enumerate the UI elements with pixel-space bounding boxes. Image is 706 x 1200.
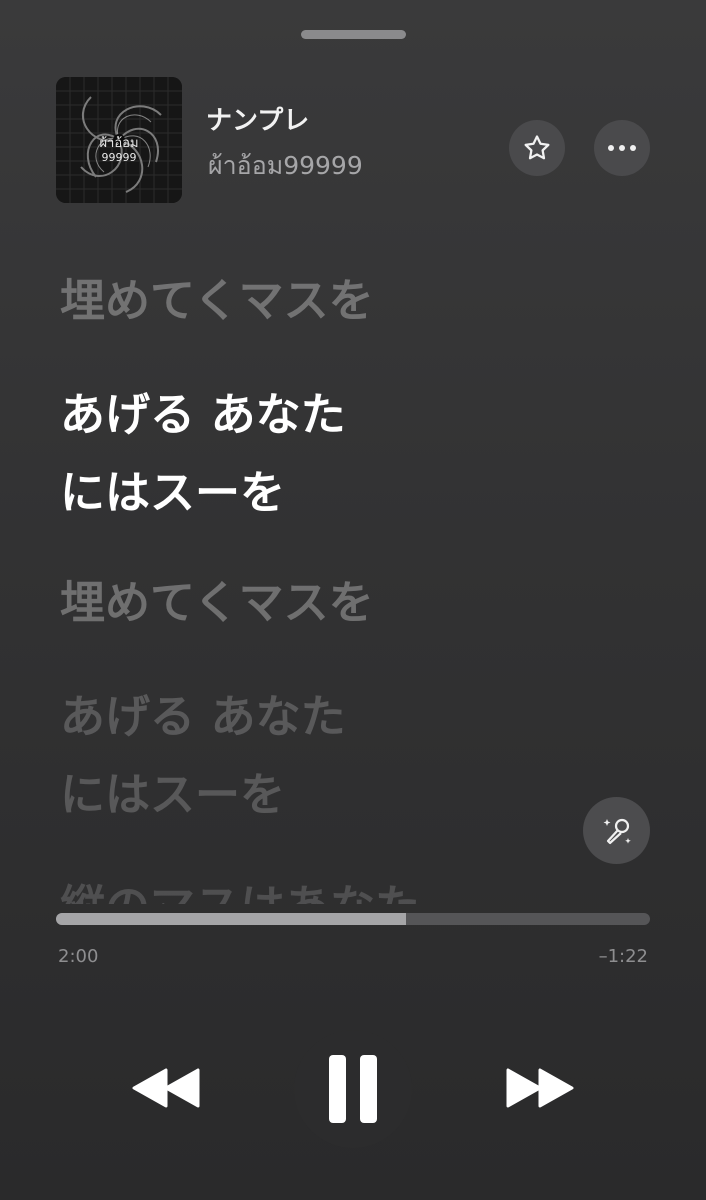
song-title: ナンプレ — [206, 106, 310, 136]
lyric-line[interactable]: 縦のマスはあなた — [60, 868, 660, 904]
rewind-icon — [132, 1068, 200, 1108]
playback-progress-fill — [56, 913, 407, 925]
lyric-line[interactable]: 埋めてくマスを — [60, 564, 660, 642]
lyric-line-active[interactable]: あげる あなた — [60, 376, 660, 454]
artist-name[interactable]: ผ้าอ้อม99999 — [208, 146, 363, 186]
microphone-sparkle-icon — [603, 818, 631, 844]
album-artwork-image: ผ้าอ้อม 99999 — [56, 77, 182, 203]
lyric-line[interactable]: あげる あなた — [60, 678, 660, 756]
previous-track-button[interactable] — [128, 1060, 204, 1116]
more-options-button[interactable] — [594, 120, 650, 176]
star-icon — [524, 135, 550, 160]
sing-mode-button[interactable] — [583, 797, 650, 864]
next-track-button[interactable] — [502, 1060, 578, 1116]
remaining-time: –1:22 — [598, 946, 648, 967]
fast-forward-icon — [506, 1068, 574, 1108]
lyric-line[interactable]: 埋めてくマスを — [60, 262, 660, 340]
elapsed-time: 2:00 — [58, 946, 99, 967]
pause-icon — [329, 1055, 377, 1123]
sheet-grabber[interactable] — [301, 30, 406, 39]
artwork-caption-line1: ผ้าอ้อม — [99, 136, 138, 151]
album-artwork[interactable]: ผ้าอ้อม 99999 — [56, 77, 182, 203]
artwork-caption-line2: 99999 — [102, 151, 137, 164]
favorite-button[interactable] — [509, 120, 565, 176]
ellipsis-icon — [608, 145, 636, 151]
pause-button[interactable] — [294, 1030, 412, 1148]
playback-scrubber[interactable] — [56, 913, 650, 925]
lyric-line[interactable]: にはスーを — [60, 756, 660, 834]
lyric-line-active[interactable]: にはスーを — [60, 454, 660, 532]
